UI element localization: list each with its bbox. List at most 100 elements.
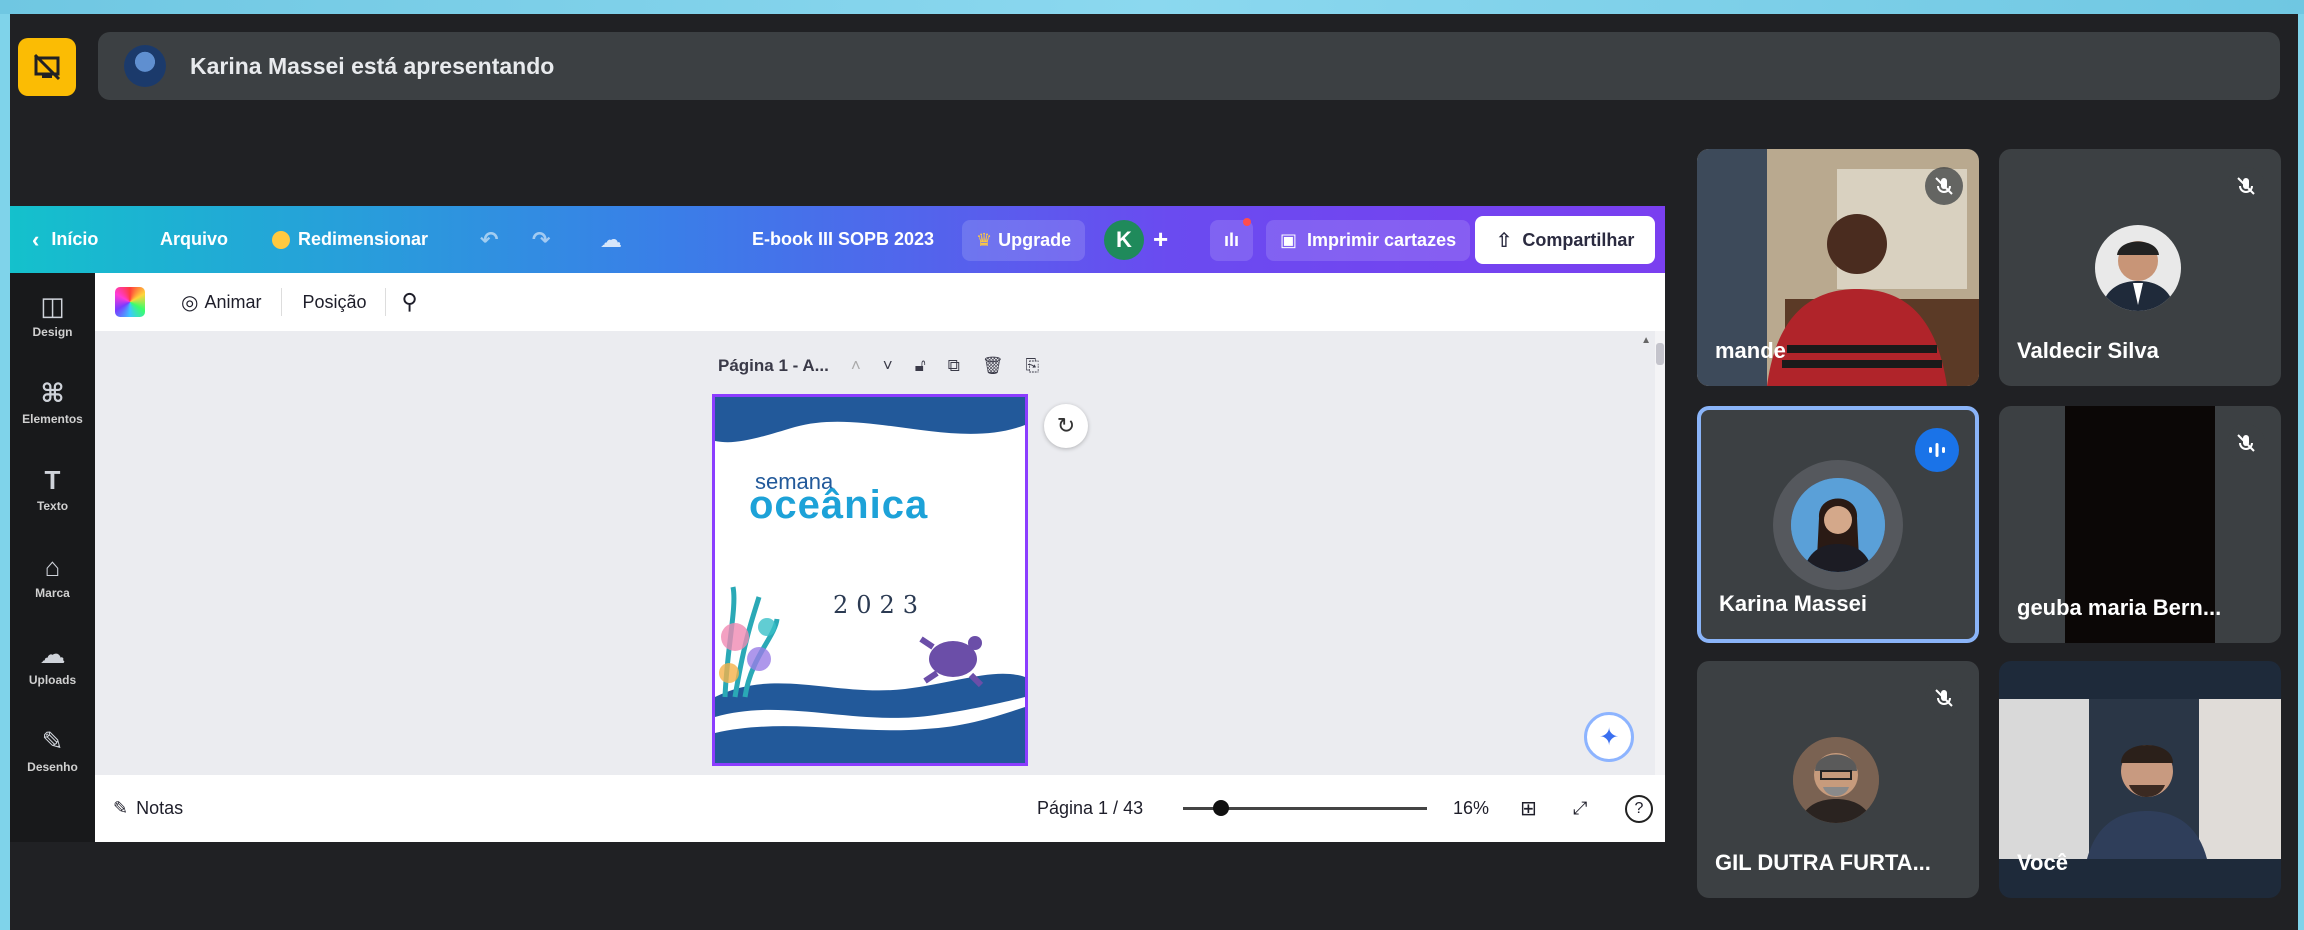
zoom-level[interactable]: 16% [1453, 798, 1489, 819]
participant-tile[interactable]: GIL DUTRA FURTA... [1697, 661, 1979, 898]
add-collaborator-icon[interactable]: + [1153, 206, 1168, 273]
chevron-left-icon: ‹ [32, 226, 40, 252]
color-picker-icon[interactable] [115, 287, 145, 317]
sidebar-item-text[interactable]: T Texto [10, 465, 95, 513]
crown-icon: ♛ [976, 229, 993, 250]
sidebar-label: Uploads [28, 673, 77, 687]
file-menu[interactable]: Arquivo [160, 206, 228, 273]
sidebar-label: Elementos [22, 412, 83, 426]
participant-avatar [1793, 737, 1879, 823]
sidebar-item-elements[interactable]: ⌘ Elementos [10, 378, 95, 426]
scroll-thumb[interactable] [1656, 343, 1664, 365]
notes-button[interactable]: ✎ Notas [113, 798, 183, 819]
resize-label: Redimensionar [298, 229, 429, 249]
sidebar-item-design[interactable]: ◫ Design [10, 291, 95, 339]
lock-icon[interactable]: 🔓︎ [915, 356, 926, 376]
layout-icon: ◫ [40, 291, 65, 321]
sidebar-label: Marca [35, 586, 70, 600]
zoom-slider-knob[interactable] [1213, 800, 1229, 816]
notification-dot [1243, 218, 1252, 226]
sidebar-label: Texto [36, 499, 69, 513]
speaking-indicator-icon [1915, 428, 1959, 472]
mic-off-icon [1925, 679, 1963, 717]
mic-off-icon [1925, 167, 1963, 205]
participant-tile-self[interactable]: Você [1999, 661, 2281, 898]
mic-off-icon [2227, 167, 2265, 205]
magic-assistant-icon[interactable]: ✦ [1584, 712, 1634, 762]
brand-icon: ⌂ [44, 552, 61, 582]
vertical-scrollbar[interactable] [1655, 331, 1665, 775]
pen-icon: ✎ [41, 726, 64, 756]
shared-screen-canva: ‹ Início Arquivo Redimensionar ↶ ↷ ☁ E-bo… [10, 206, 1665, 842]
toolbar-divider [281, 288, 283, 316]
print-label: Imprimir cartazes [1307, 229, 1457, 250]
grid-view-icon[interactable]: ⊞ [1520, 796, 1537, 821]
stop-presenting-icon[interactable] [18, 38, 76, 96]
design-page-thumbnail[interactable]: semana oceânica 2023 [712, 394, 1028, 766]
participant-tile-active-speaker[interactable]: Karina Massei [1697, 406, 1979, 643]
resize-button[interactable]: Redimensionar [272, 206, 428, 273]
chevron-down-icon[interactable]: ˅ [883, 356, 893, 376]
file-label: Arquivo [160, 229, 229, 249]
paint-roller-icon[interactable]: ⚲ [402, 289, 418, 315]
browser-top-strip [0, 0, 2304, 14]
participant-tile[interactable]: Valdecir Silva [1999, 149, 2281, 386]
insights-button[interactable]: ılı [1210, 218, 1254, 262]
duplicate-icon[interactable]: ⧉ [948, 356, 960, 376]
canva-header: ‹ Início Arquivo Redimensionar ↶ ↷ ☁ E-bo… [10, 206, 1665, 273]
share-button[interactable]: ⇧ Compartilhar [1475, 216, 1655, 264]
sidebar-item-draw[interactable]: ✎ Desenho [10, 726, 95, 774]
animate-label: Animar [204, 291, 262, 312]
participant-avatar [1791, 478, 1885, 572]
undo-icon[interactable]: ↶ [480, 206, 498, 273]
print-posters-button[interactable]: ▣ Imprimir cartazes [1266, 218, 1471, 262]
document-title-text: E-book III SOPB 2023 [752, 229, 935, 249]
sidebar-item-uploads[interactable]: ☁ Uploads [10, 639, 95, 687]
cover-artwork [715, 397, 1025, 763]
participant-tile[interactable]: geuba maria Bern... [1999, 406, 2281, 643]
participant-avatar [2095, 225, 2181, 311]
upgrade-label: Upgrade [998, 229, 1072, 250]
redo-icon[interactable]: ↷ [532, 206, 550, 273]
home-link[interactable]: ‹ Início [32, 206, 98, 273]
home-label: Início [51, 229, 99, 249]
notes-icon: ✎ [113, 798, 129, 818]
notes-label: Notas [136, 798, 184, 818]
participant-name: mande [1715, 338, 1786, 363]
position-button[interactable]: Posição [302, 292, 366, 313]
fullscreen-icon[interactable]: ⤢ [1573, 798, 1587, 819]
sidebar-item-brand[interactable]: ⌂ Marca [10, 552, 95, 600]
sidebar-label: Desenho [27, 760, 78, 774]
trash-icon[interactable]: 🗑︎ [982, 356, 1004, 376]
help-icon[interactable]: ? [1625, 794, 1653, 823]
cloud-upload-icon: ☁ [39, 639, 66, 669]
add-page-icon[interactable]: ⎘ [1025, 356, 1039, 376]
user-avatar[interactable]: K [1104, 220, 1144, 260]
participant-name: geuba maria Bern... [2017, 595, 2222, 620]
presenter-avatar [124, 45, 166, 87]
canva-footer: ✎ Notas Página 1 / 43 16% ⊞ ⤢ ? [95, 775, 1665, 842]
cloud-save-icon[interactable]: ☁ [600, 206, 622, 273]
canva-toolbar: ◎ Animar Posição ⚲ [95, 273, 1665, 331]
sidebar-label: Design [32, 325, 73, 339]
animate-icon: ◎ [181, 291, 199, 314]
upgrade-button[interactable]: ♛ Upgrade [962, 218, 1086, 262]
presenting-text: Karina Massei está apresentando [190, 52, 555, 79]
participant-name: Você [2017, 850, 2068, 875]
page-header: Página 1 - A... ˄ ˅ 🔓︎ ⧉ 🗑︎ ⎘ [718, 356, 1039, 376]
page-count[interactable]: Página 1 / 43 [1037, 798, 1143, 819]
shapes-icon: ⌘ [40, 378, 65, 408]
chevron-up-icon[interactable]: ˄ [851, 356, 861, 376]
canva-sidebar: ◫ Design ⌘ Elementos T Texto ⌂ Marca ☁ Upload… [10, 273, 95, 842]
document-title[interactable]: E-book III SOPB 2023 [752, 206, 934, 273]
page-label: Página 1 - A... [718, 356, 829, 375]
rotate-icon[interactable]: ↻ [1044, 404, 1088, 448]
crown-icon [272, 230, 290, 249]
participant-name: Valdecir Silva [2017, 338, 2159, 363]
participant-tile[interactable]: mande [1697, 149, 1979, 386]
brand-title-text: oceânica [749, 483, 929, 527]
zoom-slider[interactable] [1183, 800, 1427, 816]
animate-button[interactable]: ◎ Animar [181, 290, 261, 315]
upload-icon: ⇧ [1495, 229, 1513, 252]
toolbar-divider [384, 288, 386, 316]
